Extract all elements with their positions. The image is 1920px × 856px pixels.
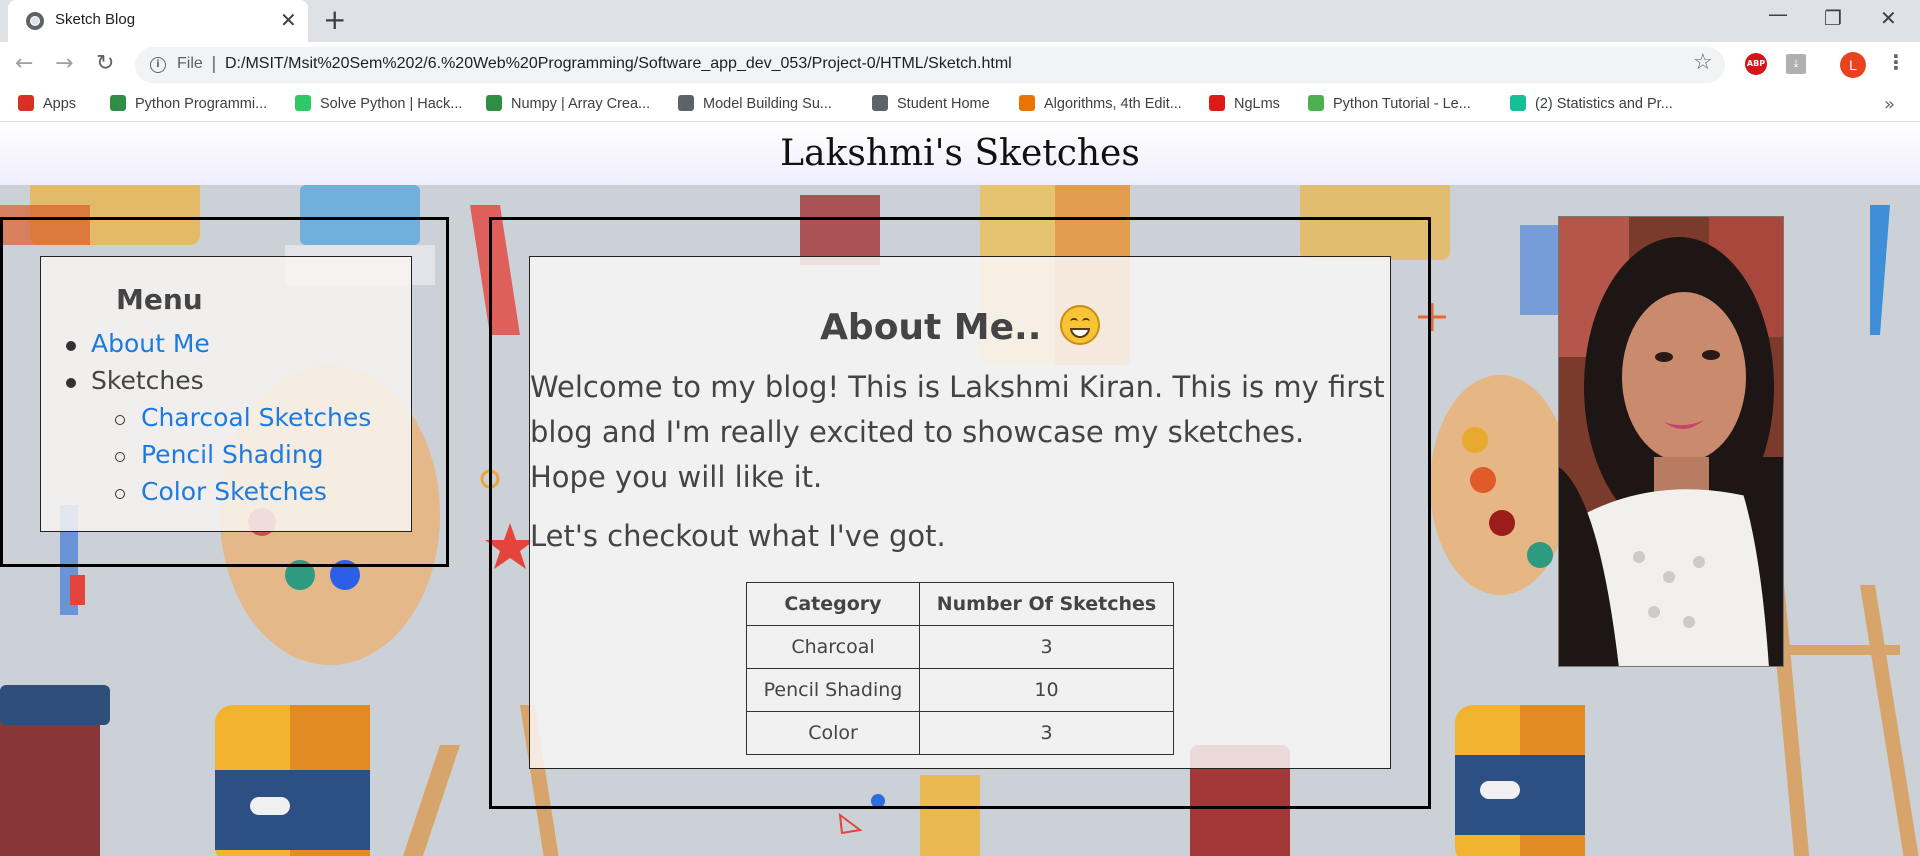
table-cell-category: Charcoal bbox=[746, 625, 920, 669]
bullet-disc-icon bbox=[66, 378, 76, 388]
url-scheme: File bbox=[177, 55, 203, 72]
table-header-row: Category Number Of Sketches bbox=[746, 582, 1174, 626]
back-arrow-icon[interactable]: ← bbox=[15, 51, 33, 76]
minimize-icon[interactable]: — bbox=[1768, 2, 1788, 26]
table-row: Charcoal 3 bbox=[746, 625, 1174, 669]
close-window-icon[interactable]: ✕ bbox=[1880, 6, 1897, 30]
adblock-extension-icon[interactable]: ABP bbox=[1745, 53, 1767, 75]
khan-academy-icon bbox=[1510, 95, 1526, 111]
checkout-paragraph: Let's checkout what I've got. bbox=[530, 519, 946, 553]
bookmark-label: NgLms bbox=[1234, 96, 1280, 112]
bookmark-star-icon[interactable]: ☆ bbox=[1693, 50, 1713, 75]
page-header: Lakshmi's Sketches bbox=[0, 122, 1920, 185]
grinning-face-emoji-icon bbox=[1059, 305, 1100, 345]
bookmark-item[interactable]: Apps bbox=[18, 95, 76, 112]
bookmark-item[interactable]: Solve Python | Hack... bbox=[295, 95, 462, 112]
bookmark-label: (2) Statistics and Pr... bbox=[1535, 96, 1673, 112]
browser-toolbar: ← → ↻ i File | D:/MSIT/Msit%20Sem%202/6.… bbox=[0, 42, 1920, 88]
about-heading: About Me.. bbox=[530, 305, 1390, 348]
bullet-disc-icon bbox=[66, 341, 76, 351]
bookmark-label: Algorithms, 4th Edit... bbox=[1044, 96, 1182, 112]
about-section: About Me.. Welcome to my blog! This is L… bbox=[529, 256, 1391, 769]
bookmarks-overflow-icon[interactable]: » bbox=[1884, 94, 1895, 115]
profile-photo-image bbox=[1559, 217, 1783, 666]
address-bar[interactable]: i File | D:/MSIT/Msit%20Sem%202/6.%20Web… bbox=[135, 47, 1725, 83]
bookmark-item[interactable]: (2) Statistics and Pr... bbox=[1510, 95, 1673, 112]
princeton-shield-icon bbox=[1019, 95, 1035, 111]
charcoal-sketches-link[interactable]: Charcoal Sketches bbox=[141, 403, 371, 432]
about-heading-text: About Me.. bbox=[820, 307, 1042, 348]
bullet-circle-icon bbox=[115, 452, 125, 462]
geeksforgeeks-icon bbox=[486, 95, 502, 111]
url-separator: | bbox=[211, 54, 217, 74]
bookmark-item[interactable]: Numpy | Array Crea... bbox=[486, 95, 650, 112]
table-cell-count: 10 bbox=[919, 668, 1174, 712]
color-sketches-link[interactable]: Color Sketches bbox=[141, 477, 327, 506]
about-me-link[interactable]: About Me bbox=[91, 329, 210, 358]
bookmark-label: Student Home bbox=[897, 96, 990, 112]
table-row: Pencil Shading 10 bbox=[746, 668, 1174, 712]
sketch-count-table: Category Number Of Sketches Charcoal 3 P… bbox=[746, 582, 1174, 755]
restore-icon[interactable]: ❐ bbox=[1824, 6, 1842, 30]
bookmark-label: Python Tutorial - Le... bbox=[1333, 96, 1471, 112]
pencil-shading-link[interactable]: Pencil Shading bbox=[141, 440, 324, 469]
reload-icon[interactable]: ↻ bbox=[96, 51, 114, 76]
angular-icon bbox=[1209, 95, 1225, 111]
tab-strip: Sketch Blog ✕ + — ❐ ✕ bbox=[0, 0, 1920, 42]
bookmark-item[interactable]: Algorithms, 4th Edit... bbox=[1019, 95, 1182, 112]
bookmark-item[interactable]: Python Programmi... bbox=[110, 95, 267, 112]
table-cell-category: Pencil Shading bbox=[746, 668, 920, 712]
url-text[interactable]: D:/MSIT/Msit%20Sem%202/6.%20Web%20Progra… bbox=[225, 55, 1012, 73]
menu-heading: Menu bbox=[116, 283, 203, 316]
bookmark-item[interactable]: Student Home bbox=[872, 95, 990, 112]
new-tab-button[interactable]: + bbox=[323, 5, 346, 35]
table-cell-category: Color bbox=[746, 711, 920, 755]
forward-arrow-icon[interactable]: → bbox=[55, 51, 73, 76]
table-cell-count: 3 bbox=[919, 625, 1174, 669]
page-title: Lakshmi's Sketches bbox=[780, 133, 1140, 174]
table-cell-count: 3 bbox=[919, 711, 1174, 755]
table-row: Color 3 bbox=[746, 711, 1174, 755]
info-icon[interactable]: i bbox=[150, 57, 166, 73]
tab-sketch-blog[interactable]: Sketch Blog ✕ bbox=[8, 0, 308, 42]
tab-title: Sketch Blog bbox=[55, 11, 136, 28]
column-header-category: Category bbox=[746, 582, 920, 626]
browser-menu-icon[interactable]: ⋮ bbox=[1886, 50, 1906, 74]
pdf-extension-icon[interactable]: ⤓ bbox=[1786, 54, 1806, 74]
profile-photo bbox=[1558, 216, 1784, 667]
bookmark-item[interactable]: NgLms bbox=[1209, 95, 1280, 112]
globe-icon bbox=[872, 95, 888, 111]
bike-icon bbox=[678, 95, 694, 111]
apps-grid-icon bbox=[18, 95, 34, 111]
bookmark-item[interactable]: Model Building Su... bbox=[678, 95, 832, 112]
column-header-number: Number Of Sketches bbox=[919, 582, 1174, 626]
hackerrank-icon bbox=[295, 95, 311, 111]
bullet-circle-icon bbox=[115, 489, 125, 499]
bullet-circle-icon bbox=[115, 415, 125, 425]
profile-avatar[interactable]: L bbox=[1840, 52, 1866, 78]
sketches-label: Sketches bbox=[91, 366, 204, 395]
close-tab-icon[interactable]: ✕ bbox=[280, 9, 297, 31]
bookmarks-bar: » Apps Python Programmi... Solve Python | … bbox=[0, 88, 1920, 122]
welcome-paragraph: Welcome to my blog! This is Lakshmi Kira… bbox=[530, 370, 1385, 494]
menu-panel: Menu About Me Sketches Charcoal Sketches… bbox=[40, 256, 412, 532]
bookmark-label: Model Building Su... bbox=[703, 96, 832, 112]
bookmark-label: Numpy | Array Crea... bbox=[511, 96, 651, 112]
b-logo-icon bbox=[1308, 95, 1324, 111]
bookmark-label: Apps bbox=[43, 96, 77, 112]
bookmark-label: Python Programmi... bbox=[135, 96, 268, 112]
bookmark-item[interactable]: Python Tutorial - Le... bbox=[1308, 95, 1471, 112]
globe-icon bbox=[26, 12, 44, 30]
bookmark-label: Solve Python | Hack... bbox=[320, 96, 463, 112]
geeksforgeeks-icon bbox=[110, 95, 126, 111]
